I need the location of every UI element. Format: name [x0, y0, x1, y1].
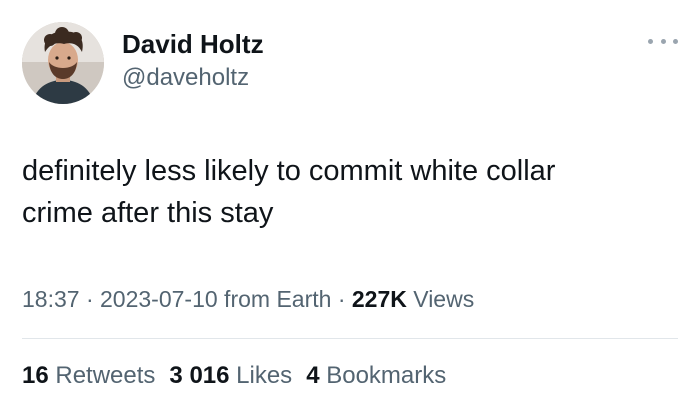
meta-separator: · — [331, 286, 352, 312]
bookmarks-stat[interactable]: 4 Bookmarks — [306, 360, 446, 392]
divider — [22, 338, 678, 339]
more-dot — [660, 38, 666, 44]
tweet-meta: 18:37 · 2023-07-10 from Earth · 227K Vie… — [22, 283, 474, 315]
tweet-time[interactable]: 18:37 — [22, 286, 80, 312]
more-options-icon[interactable] — [648, 32, 678, 50]
views-count: 227K — [351, 286, 407, 312]
meta-separator: · — [79, 286, 101, 312]
retweets-stat[interactable]: 16 Retweets — [22, 360, 155, 392]
bookmarks-count: 4 — [306, 362, 320, 389]
views-label: Views — [406, 286, 475, 312]
profile-photo-icon — [22, 22, 104, 104]
author-handle[interactable]: @daveholtz — [122, 62, 264, 94]
author-identity: David Holtz @daveholtz — [122, 29, 264, 94]
tweet-stats: 16 Retweets 3 016 Likes 4 Bookmarks — [22, 360, 460, 392]
likes-count: 3 016 — [169, 362, 230, 389]
tweet-text: definitely less likely to commit white c… — [22, 155, 556, 229]
likes-label: Likes — [229, 362, 293, 389]
avatar[interactable] — [22, 22, 104, 104]
tweet-header: David Holtz @daveholtz — [22, 22, 264, 104]
retweets-count: 16 — [22, 362, 49, 389]
tweet-source: from Earth — [217, 286, 332, 312]
author-display-name[interactable]: David Holtz — [122, 28, 264, 60]
more-dot — [648, 38, 653, 44]
tweet-card: David Holtz @daveholtz definitely less l… — [0, 0, 700, 412]
retweets-label: Retweets — [48, 362, 156, 389]
more-dot — [673, 38, 678, 44]
likes-stat[interactable]: 3 016 Likes — [169, 360, 292, 392]
tweet-date[interactable]: 2023-07-10 — [100, 286, 218, 312]
bookmarks-label: Bookmarks — [319, 362, 447, 389]
